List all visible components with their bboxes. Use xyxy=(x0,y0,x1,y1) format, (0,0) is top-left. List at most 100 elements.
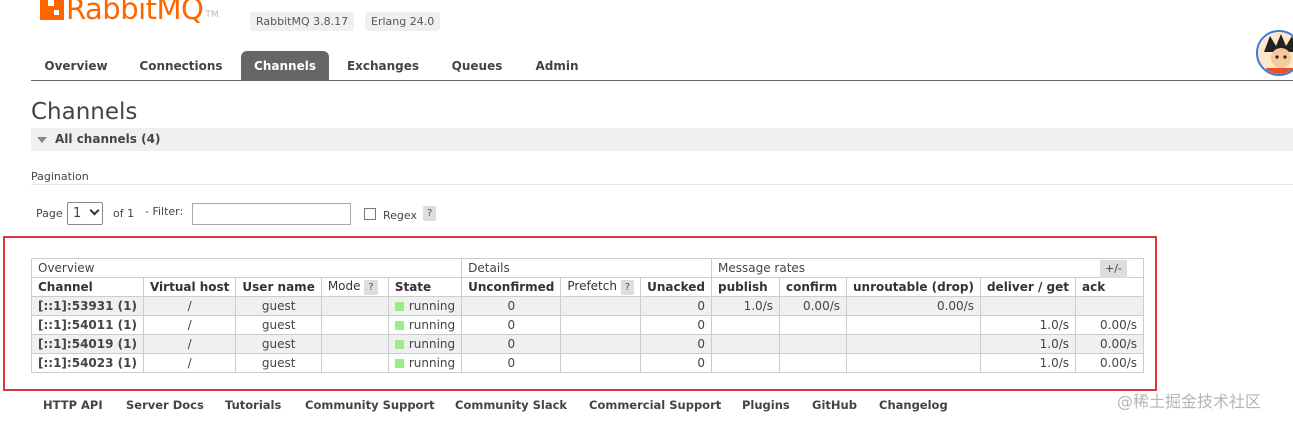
cell-unconfirmed: 0 xyxy=(461,334,562,354)
cell-unroutable: 0.00/s xyxy=(846,296,981,316)
cell-unacked: 0 xyxy=(640,334,712,354)
tab-exchanges[interactable]: Exchanges xyxy=(337,51,429,81)
cell-prefetch xyxy=(560,334,642,354)
cell-unconfirmed: 0 xyxy=(461,296,562,316)
running-status-icon xyxy=(394,359,404,368)
channel-link[interactable]: [::1]:54011 (1) xyxy=(31,315,144,335)
col-prefetch[interactable]: Prefetch ? xyxy=(560,277,642,297)
cell-unconfirmed: 0 xyxy=(461,315,562,335)
chevron-down-icon xyxy=(89,205,100,216)
cell-publish xyxy=(711,334,780,354)
cell-confirm xyxy=(779,315,847,335)
footer-link-community-support[interactable]: Community Support xyxy=(305,398,435,412)
col-unconfirmed[interactable]: Unconfirmed xyxy=(461,277,562,297)
footer-link-changelog[interactable]: Changelog xyxy=(879,398,948,412)
watermark: @稀土掘金技术社区 xyxy=(1117,392,1262,411)
cell-mode xyxy=(320,334,389,354)
regex-checkbox[interactable] xyxy=(364,208,376,220)
col-confirm[interactable]: confirm xyxy=(779,277,847,297)
prefetch-help-button[interactable]: ? xyxy=(620,280,635,295)
col-user-name[interactable]: User name xyxy=(235,277,322,297)
cell-publish: 1.0/s xyxy=(711,296,780,316)
cell-publish xyxy=(711,315,780,335)
columns-toggle-button[interactable]: +/- xyxy=(1100,260,1127,278)
cell-ack xyxy=(1075,296,1145,316)
state-label: running xyxy=(408,337,456,351)
cell-unroutable xyxy=(846,334,981,354)
regex-label: Regex xyxy=(383,208,417,222)
tab-admin[interactable]: Admin xyxy=(525,51,589,81)
logo-trademark: TM xyxy=(205,10,219,20)
footer-link-server-docs[interactable]: Server Docs xyxy=(126,398,204,412)
col-publish[interactable]: publish xyxy=(711,277,780,297)
channel-link[interactable]: [::1]:54019 (1) xyxy=(31,334,144,354)
collapse-triangle-icon xyxy=(37,137,47,143)
tab-connections[interactable]: Connections xyxy=(127,51,235,81)
mode-help-button[interactable]: ? xyxy=(364,280,378,295)
footer-link-github[interactable]: GitHub xyxy=(812,398,857,412)
tab-overview[interactable]: Overview xyxy=(31,51,121,81)
col-prefetch-label: Prefetch xyxy=(567,279,617,293)
logo-text: RabbitMQ xyxy=(66,0,204,26)
col-state[interactable]: State xyxy=(387,277,463,297)
page-title: Channels xyxy=(31,99,138,125)
main-nav-tabs: Overview Connections Channels Exchanges … xyxy=(31,51,1293,81)
cell-user: guest xyxy=(235,334,322,354)
all-channels-section-toggle[interactable]: All channels (4) xyxy=(31,128,1293,151)
channels-table: Overview Details Message rates Channel V… xyxy=(30,258,1145,373)
col-mode[interactable]: Mode ? xyxy=(320,277,389,297)
channel-link[interactable]: [::1]:53931 (1) xyxy=(31,296,144,316)
channel-link[interactable]: [::1]:54023 (1) xyxy=(31,353,144,373)
regex-help-button[interactable]: ? xyxy=(423,205,437,221)
page-select[interactable]: 1 xyxy=(67,202,103,225)
cell-state: running xyxy=(387,315,463,335)
cell-deliver xyxy=(979,296,1077,316)
group-overview: Overview xyxy=(30,258,463,278)
table-row: [::1]:54019 (1) / guest running 0 0 1.0/… xyxy=(31,334,1145,354)
filter-label: - Filter: xyxy=(145,204,184,218)
cell-mode xyxy=(320,296,389,316)
group-details: Details xyxy=(461,258,712,278)
cell-unacked: 0 xyxy=(640,353,712,373)
cell-deliver: 1.0/s xyxy=(979,334,1077,354)
filter-input[interactable] xyxy=(192,203,351,225)
page-label: Page xyxy=(36,206,63,220)
col-unacked[interactable]: Unacked xyxy=(640,277,712,297)
col-virtual-host[interactable]: Virtual host xyxy=(142,277,237,297)
cell-prefetch xyxy=(560,296,642,316)
cell-mode xyxy=(320,315,389,335)
cell-prefetch xyxy=(560,315,642,335)
tab-queues[interactable]: Queues xyxy=(441,51,513,81)
footer-link-community-slack[interactable]: Community Slack xyxy=(455,398,567,412)
footer-link-tutorials[interactable]: Tutorials xyxy=(225,398,281,412)
cell-state: running xyxy=(387,353,463,373)
page-select-value: 1 xyxy=(73,206,82,221)
col-unroutable[interactable]: unroutable (drop) xyxy=(846,277,981,297)
col-mode-label: Mode xyxy=(327,279,361,293)
cell-state: running xyxy=(387,334,463,354)
tab-channels[interactable]: Channels xyxy=(241,51,329,81)
cell-state: running xyxy=(387,296,463,316)
running-status-icon xyxy=(394,302,404,311)
cell-deliver: 1.0/s xyxy=(979,353,1077,373)
cell-user: guest xyxy=(235,353,322,373)
footer-link-plugins[interactable]: Plugins xyxy=(742,398,790,412)
cell-user: guest xyxy=(235,315,322,335)
col-channel[interactable]: Channel xyxy=(31,277,144,297)
cell-confirm: 0.00/s xyxy=(779,296,847,316)
rabbitmq-logo[interactable]: RabbitMQ TM xyxy=(40,0,219,26)
cell-publish xyxy=(711,353,780,373)
footer-link-commercial-support[interactable]: Commercial Support xyxy=(589,398,721,412)
footer-link-http-api[interactable]: HTTP API xyxy=(43,398,103,412)
cell-ack: 0.00/s xyxy=(1075,334,1145,354)
table-row: [::1]:54011 (1) / guest running 0 0 1.0/… xyxy=(31,315,1145,335)
cell-ack: 0.00/s xyxy=(1075,353,1145,373)
cell-unacked: 0 xyxy=(640,296,712,316)
cell-confirm xyxy=(779,353,847,373)
rabbitmq-version-badge: RabbitMQ 3.8.17 xyxy=(250,12,355,31)
cell-deliver: 1.0/s xyxy=(979,315,1077,335)
section-label: All channels (4) xyxy=(55,132,161,146)
col-deliver-get[interactable]: deliver / get xyxy=(979,277,1077,297)
col-ack[interactable]: ack xyxy=(1075,277,1145,297)
running-status-icon xyxy=(394,321,404,330)
